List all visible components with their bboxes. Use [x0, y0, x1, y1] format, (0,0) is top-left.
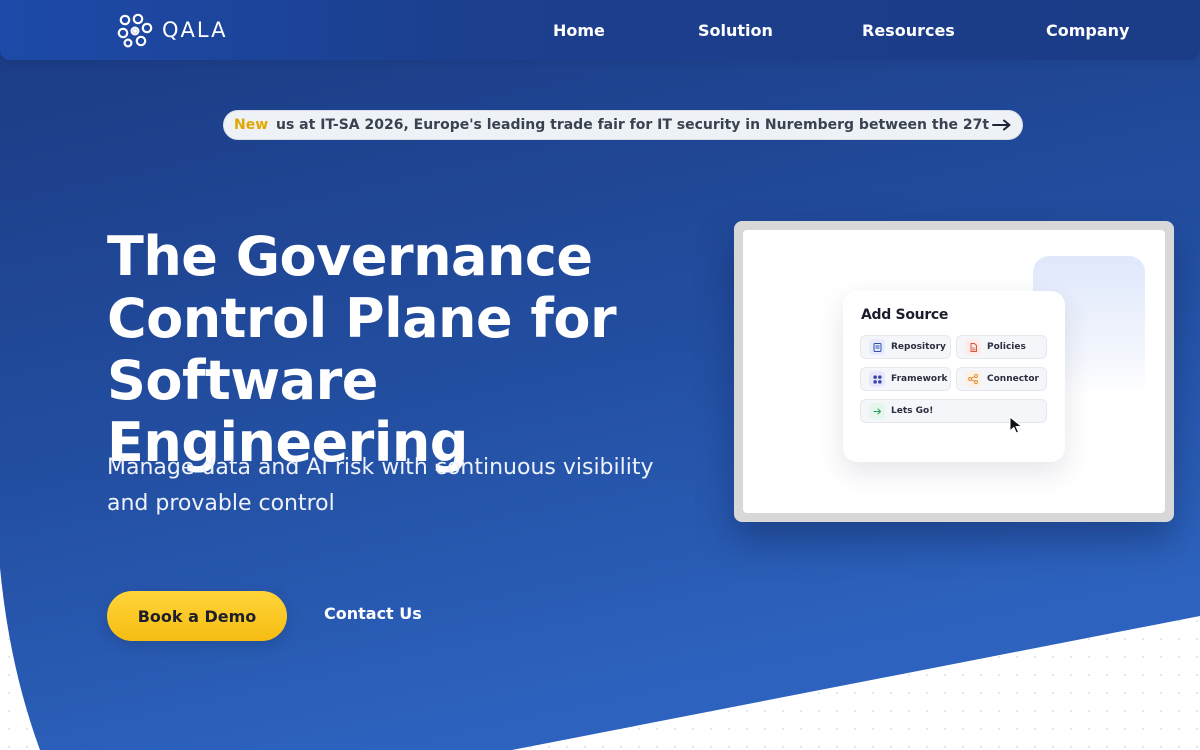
option-connector[interactable]: Connector — [956, 367, 1047, 391]
option-label: Repository — [891, 342, 946, 352]
option-label: Lets Go! — [891, 406, 934, 416]
document-icon — [869, 339, 885, 355]
option-label: Connector — [987, 374, 1039, 384]
option-repository[interactable]: Repository — [860, 335, 951, 359]
nav-solution[interactable]: Solution — [698, 21, 773, 40]
announcement-text: us at IT-SA 2026, Europe's leading trade… — [276, 117, 990, 133]
announcement-banner[interactable]: New us at IT-SA 2026, Europe's leading t… — [223, 110, 1023, 140]
product-preview-window: Add Source Repository Policies Framework — [734, 221, 1174, 522]
option-label: Framework — [891, 374, 948, 384]
brand-logo[interactable]: QALA — [116, 12, 227, 48]
preview-screen: Add Source Repository Policies Framework — [743, 230, 1165, 513]
option-policies[interactable]: Policies — [956, 335, 1047, 359]
add-source-card: Add Source Repository Policies Framework — [843, 291, 1065, 462]
option-label: Policies — [987, 342, 1026, 352]
arrow-right-icon[interactable] — [990, 111, 1014, 139]
qala-logo-icon — [117, 13, 153, 48]
nav-resources[interactable]: Resources — [862, 21, 955, 40]
file-icon — [965, 339, 981, 355]
hero-title-line: Control Plane for — [107, 287, 617, 350]
book-demo-button[interactable]: Book a Demo — [107, 591, 287, 641]
brand-name: QALA — [162, 18, 228, 42]
contact-us-link[interactable]: Contact Us — [324, 604, 422, 628]
hero-title: The Governance Control Plane for Softwar… — [107, 226, 727, 474]
hero-subtitle: Manage data and AI risk with continuous … — [107, 455, 654, 516]
share-icon — [965, 371, 981, 387]
new-badge: New — [224, 111, 276, 139]
card-title: Add Source — [861, 307, 949, 323]
top-navigation: QALA Home Solution Resources Company — [0, 0, 1200, 60]
nav-home[interactable]: Home — [553, 21, 605, 40]
hero-title-line: The Governance — [107, 225, 593, 288]
nav-company[interactable]: Company — [1046, 21, 1129, 40]
mouse-cursor-icon — [1009, 416, 1023, 434]
arrow-right-icon — [869, 403, 885, 419]
grid-icon — [869, 371, 885, 387]
option-framework[interactable]: Framework — [860, 367, 951, 391]
